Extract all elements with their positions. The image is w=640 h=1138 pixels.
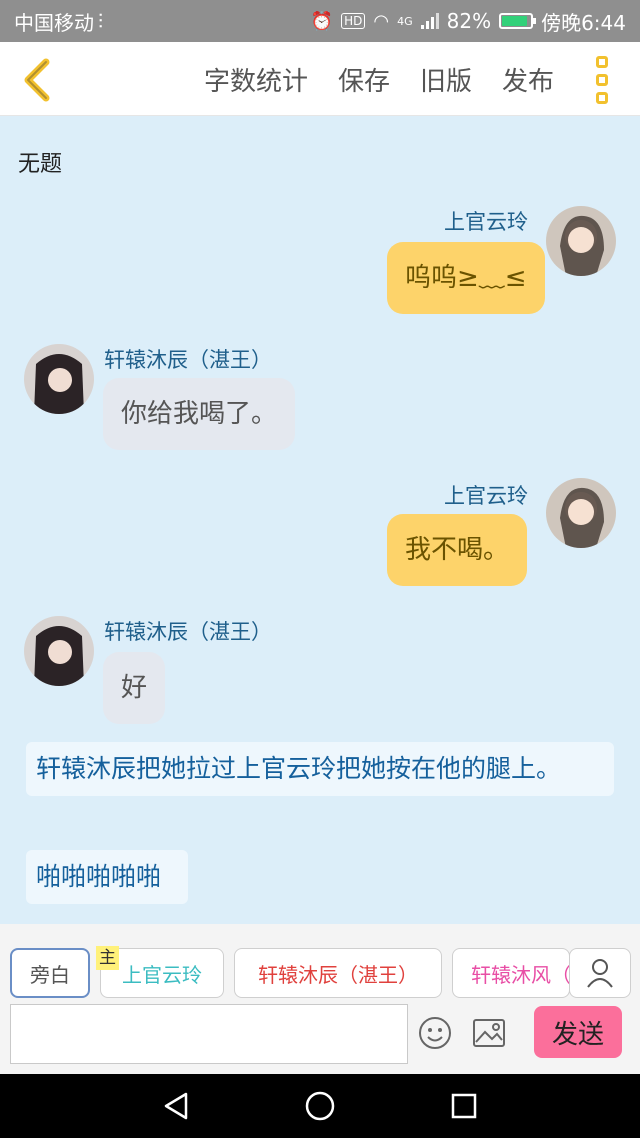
clock: 傍晚6:44 — [541, 10, 626, 35]
send-button[interactable]: 发送 — [534, 1006, 622, 1058]
message-sender: 上官云玲 — [444, 484, 528, 508]
role-chip-narrator[interactable]: 旁白 — [10, 948, 90, 998]
top-toolbar: 字数统计 保存 旧版 发布 — [0, 42, 640, 116]
carrier-label: 中国移动 — [14, 10, 94, 35]
publish-button[interactable]: 发布 — [502, 61, 554, 98]
back-button[interactable] — [18, 58, 58, 102]
recents-nav-icon[interactable] — [448, 1090, 480, 1122]
home-nav-icon[interactable] — [304, 1090, 336, 1122]
chat-area[interactable]: 无题 上官云玲 呜呜≥﹏≤ 轩辕沐辰（湛王） 你给我喝了。 上官云玲 我不喝。 … — [0, 116, 640, 924]
hd-icon: HD — [341, 13, 366, 29]
main-role-badge: 主 — [96, 946, 119, 970]
message-input[interactable] — [10, 1004, 408, 1064]
more-vertical-icon[interactable] — [596, 56, 614, 104]
back-nav-icon[interactable] — [160, 1090, 192, 1122]
role-chip[interactable]: 轩辕沐辰（湛王） — [234, 948, 442, 998]
network-icon: 4G — [397, 14, 413, 28]
avatar[interactable] — [24, 616, 94, 686]
narration-block[interactable]: 啪啪啪啪啪 — [26, 850, 188, 904]
signal-icon — [420, 13, 439, 29]
chat-bubble[interactable]: 呜呜≥﹏≤ — [387, 242, 545, 314]
role-chip[interactable]: 轩辕沐风（ — [452, 948, 570, 998]
chat-bubble[interactable]: 你给我喝了。 — [103, 378, 296, 450]
avatar[interactable] — [24, 344, 94, 414]
system-nav-bar — [0, 1074, 640, 1138]
image-icon[interactable] — [472, 1018, 506, 1048]
avatar[interactable] — [546, 478, 616, 548]
listen-icon: ⫶ — [98, 9, 103, 33]
alarm-icon: ⏰ — [310, 10, 334, 32]
wifi-icon: ◠ — [373, 10, 390, 32]
old-version-button[interactable]: 旧版 — [420, 61, 472, 98]
chat-bubble[interactable]: 好 — [103, 652, 166, 724]
save-button[interactable]: 保存 — [338, 61, 390, 98]
avatar[interactable] — [546, 206, 616, 276]
story-title: 无题 — [18, 152, 63, 177]
chevron-left-icon — [24, 58, 50, 102]
message-sender: 轩辕沐辰（湛王） — [104, 620, 272, 644]
battery-icon — [499, 13, 537, 29]
message-sender: 轩辕沐辰（湛王） — [104, 348, 272, 372]
role-selector-bar: 旁白 上官云玲 主 轩辕沐辰（湛王） 轩辕沐风（ 发送 — [0, 924, 640, 1074]
word-count-button[interactable]: 字数统计 — [204, 61, 308, 98]
status-bar: 中国移动 ⫶ ⏰ HD ◠ 4G 82% 傍晚6:44 — [0, 0, 640, 42]
message-sender: 上官云玲 — [444, 210, 528, 234]
narration-block[interactable]: 轩辕沐辰把她拉过上官云玲把她按在他的腿上。 — [26, 742, 614, 796]
person-icon[interactable] — [569, 948, 631, 998]
battery-percent: 82% — [446, 9, 492, 33]
chat-bubble[interactable]: 我不喝。 — [387, 514, 528, 586]
emoji-icon[interactable] — [418, 1016, 452, 1050]
